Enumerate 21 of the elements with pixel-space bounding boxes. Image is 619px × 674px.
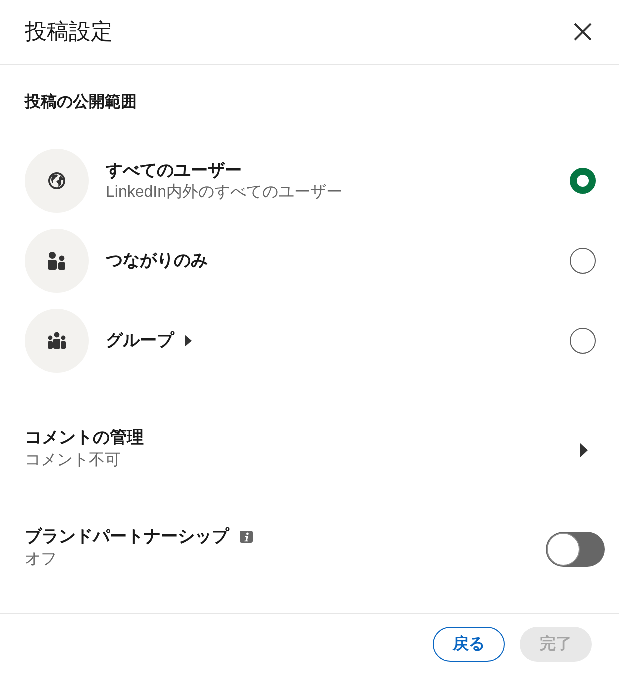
setting-title: ブランドパートナーシップ xyxy=(25,526,229,548)
three-people-icon xyxy=(25,309,89,373)
globe-icon xyxy=(25,149,89,213)
setting-value: コメント不可 xyxy=(25,451,121,471)
section-heading: 投稿の公開範囲 xyxy=(25,93,137,113)
close-icon[interactable] xyxy=(574,23,592,41)
option-description: LinkedIn内外のすべてのユーザー xyxy=(106,182,342,202)
dialog-title: 投稿設定 xyxy=(25,18,113,46)
setting-title: コメントの管理 xyxy=(25,427,144,449)
setting-value: オフ xyxy=(25,550,57,570)
toggle-switch[interactable] xyxy=(546,532,605,566)
option-label: つながりのみ xyxy=(106,250,208,272)
two-people-icon xyxy=(25,229,89,293)
radio-button[interactable] xyxy=(570,328,596,354)
radio-button[interactable] xyxy=(570,168,596,194)
option-label: グループ xyxy=(106,330,174,352)
option-label: すべてのユーザー xyxy=(106,160,242,182)
info-icon[interactable] xyxy=(240,531,253,543)
caret-icon[interactable] xyxy=(580,442,588,458)
back-button[interactable]: 戻る xyxy=(433,627,505,662)
radio-button[interactable] xyxy=(570,248,596,274)
